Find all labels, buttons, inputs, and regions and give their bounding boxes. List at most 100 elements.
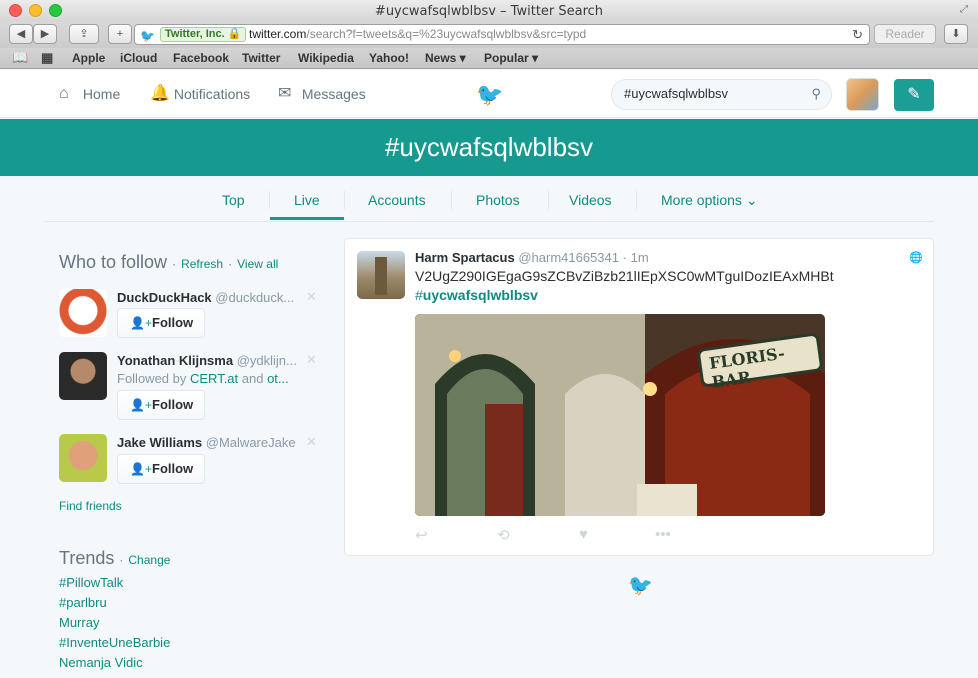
change-trends-link[interactable]: Change xyxy=(128,553,170,567)
bookmark-news[interactable]: News ▾ xyxy=(425,51,466,65)
bookmark-wikipedia[interactable]: Wikipedia xyxy=(298,51,354,65)
tweet-actions: ↩ ⟲ ♥ ••• xyxy=(415,526,715,546)
suggestion-handle: @ydklijn... xyxy=(236,353,297,368)
tweet-author-avatar[interactable] xyxy=(357,251,405,299)
downloads-button[interactable]: ⬇ xyxy=(944,24,968,44)
active-tab-indicator xyxy=(270,217,344,220)
suggestion-handle: @MalwareJake xyxy=(205,435,296,450)
url-text: twitter.com/search?f=tweets&q=%23uycwafs… xyxy=(249,25,586,44)
url-path: /search?f=tweets&q=%23uycwafsqlwblbsv&sr… xyxy=(306,27,587,41)
trend-item[interactable]: Murray xyxy=(59,615,99,630)
trend-item[interactable]: #InventeUneBarbie xyxy=(59,635,170,650)
tweet-hashtag[interactable]: #uycwafsqlwblbsv xyxy=(415,287,538,303)
followed-by-others-link[interactable]: ot... xyxy=(267,371,289,386)
address-bar[interactable]: 🐦 Twitter, Inc. 🔒 twitter.com/search?f=t… xyxy=(134,24,870,45)
separator-dot: · xyxy=(119,553,124,567)
dismiss-icon[interactable]: ✕ xyxy=(306,434,317,450)
reload-icon[interactable]: ↻ xyxy=(852,25,863,44)
refresh-link[interactable]: Refresh xyxy=(181,257,223,271)
tweet-author-name[interactable]: Harm Spartacus xyxy=(415,250,515,265)
tab-top[interactable]: Top xyxy=(222,190,245,210)
followed-by-link[interactable]: CERT.at xyxy=(190,371,238,386)
trend-item[interactable]: #parlbru xyxy=(59,595,107,610)
user-avatar[interactable] xyxy=(846,78,879,111)
compose-icon: ✎ xyxy=(907,86,921,103)
tab-more-options[interactable]: More options ⌄ xyxy=(661,190,758,210)
suggestion-jake-williams: Jake Williams @MalwareJake ✕ 👤+ Follow xyxy=(59,434,321,484)
back-button[interactable]: ◀ xyxy=(9,24,33,44)
follow-button[interactable]: 👤+ Follow xyxy=(117,390,205,420)
bookmark-icloud[interactable]: iCloud xyxy=(120,51,157,65)
tab-photos[interactable]: Photos xyxy=(476,190,520,210)
separator-dot: · xyxy=(172,257,177,271)
suggestion-name[interactable]: DuckDuckHack @duckduck... xyxy=(117,290,294,305)
tweet-timestamp[interactable]: 1m xyxy=(631,250,649,265)
nav-home-label: Home xyxy=(82,86,121,102)
tab-videos[interactable]: Videos xyxy=(569,190,612,210)
twitter-bird-logo-icon[interactable]: 🐦 xyxy=(476,82,503,108)
tab-separator xyxy=(451,191,452,209)
forward-button[interactable]: ▶ xyxy=(33,24,57,44)
nav-messages-label: Messages xyxy=(301,86,366,102)
search-tabs: Top Live Accounts Photos Videos More opt… xyxy=(44,177,934,222)
tweet-author-handle[interactable]: @harm41665341 xyxy=(518,250,619,265)
new-tab-button[interactable]: + xyxy=(108,24,132,44)
timeline-end-bird-icon: 🐦 xyxy=(628,575,653,597)
search-input[interactable] xyxy=(624,86,804,101)
floris-bar-photo xyxy=(415,314,825,516)
trends-heading: Trends · Change xyxy=(59,548,170,569)
suggestion-handle: @duckduck... xyxy=(215,290,295,305)
bookmark-apple[interactable]: Apple xyxy=(72,51,105,65)
tweet-photo[interactable]: FLORIS-BAR xyxy=(415,314,825,516)
tab-separator xyxy=(344,191,345,209)
follow-button[interactable]: 👤+ Follow xyxy=(117,308,205,338)
dismiss-icon[interactable]: ✕ xyxy=(306,289,317,305)
bookmark-facebook[interactable]: Facebook xyxy=(173,51,229,65)
tab-separator xyxy=(636,191,637,209)
tab-separator xyxy=(548,191,549,209)
nav-home[interactable]: ⌂ Home xyxy=(59,84,120,104)
search-query-title: #uycwafsqlwblbsv xyxy=(384,132,594,162)
url-host: twitter.com xyxy=(249,27,307,41)
reader-button[interactable]: Reader xyxy=(874,24,936,44)
trends-title: Trends xyxy=(59,548,115,568)
tab-live[interactable]: Live xyxy=(294,190,320,210)
followed-by-and: and xyxy=(238,371,268,386)
tweet-card[interactable]: Harm Spartacus @harm41665341 · 1m 🌐 V2Ug… xyxy=(344,238,934,556)
trend-item[interactable]: Nemanja Vidic xyxy=(59,655,143,670)
nav-messages[interactable]: ✉ Messages xyxy=(278,84,366,104)
nav-notifications[interactable]: 🔔 Notifications xyxy=(150,84,250,104)
search-icon[interactable]: ⚲ xyxy=(811,86,821,102)
bookmark-yahoo[interactable]: Yahoo! xyxy=(369,51,409,65)
more-options-icon[interactable]: ••• xyxy=(655,526,671,543)
window-titlebar: #uycwafsqlwblbsv – Twitter Search ⤢ xyxy=(0,0,978,22)
reply-icon[interactable]: ↩ xyxy=(415,526,428,544)
fullscreen-icon[interactable]: ⤢ xyxy=(960,4,972,16)
bookmark-twitter[interactable]: Twitter xyxy=(242,51,280,65)
suggestion-name[interactable]: Jake Williams @MalwareJake xyxy=(117,435,296,450)
retweet-icon[interactable]: ⟲ xyxy=(497,526,510,544)
view-all-link[interactable]: View all xyxy=(237,257,278,271)
followed-by-prefix: Followed by xyxy=(117,371,190,386)
trend-item[interactable]: #PillowTalk xyxy=(59,575,123,590)
avatar[interactable] xyxy=(59,434,107,482)
tab-accounts[interactable]: Accounts xyxy=(368,190,426,210)
top-sites-icon[interactable]: ▦ xyxy=(41,50,53,66)
ev-certificate-badge[interactable]: Twitter, Inc. 🔒 xyxy=(160,27,247,42)
avatar[interactable] xyxy=(59,352,107,400)
find-friends-link[interactable]: Find friends xyxy=(59,499,122,513)
who-to-follow-title: Who to follow xyxy=(59,252,168,272)
home-icon: ⌂ xyxy=(59,85,69,102)
like-heart-icon[interactable]: ♥ xyxy=(579,526,588,543)
follow-button[interactable]: 👤+ Follow xyxy=(117,454,205,484)
hashtag-prefix: # xyxy=(415,287,423,303)
share-button[interactable]: ⇪ xyxy=(69,24,99,44)
dismiss-icon[interactable]: ✕ xyxy=(306,352,317,368)
follow-person-icon: 👤+ xyxy=(130,316,152,330)
reading-list-icon[interactable]: 📖 xyxy=(12,50,28,66)
avatar[interactable] xyxy=(59,289,107,337)
compose-tweet-button[interactable]: ✎ xyxy=(894,79,934,111)
suggestion-name[interactable]: Yonathan Klijnsma @ydklijn... xyxy=(117,353,297,368)
bookmark-popular[interactable]: Popular ▾ xyxy=(484,51,538,65)
ev-certificate-label: Twitter, Inc. xyxy=(165,28,225,40)
